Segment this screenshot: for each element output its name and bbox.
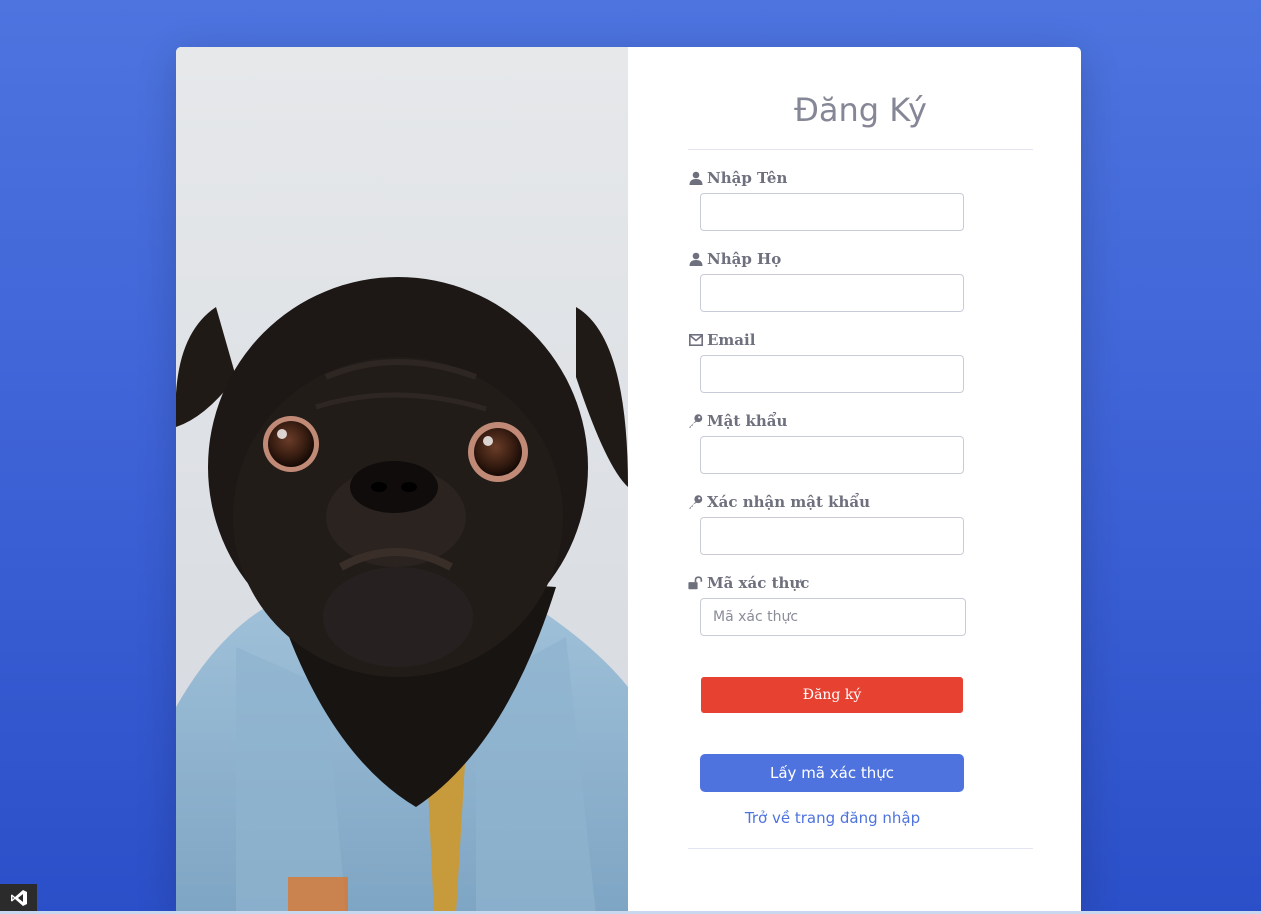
- register-card: Đăng Ký Nhập Tên Nhập Họ Email Mật khẩu …: [176, 47, 1081, 914]
- user-icon: [688, 252, 703, 267]
- verification-code-label: Mã xác thực: [688, 574, 809, 592]
- confirm-password-label: Xác nhận mật khẩu: [688, 493, 870, 511]
- last-name-input[interactable]: [700, 274, 964, 312]
- email-label-text: Email: [707, 331, 756, 349]
- key-icon: [688, 414, 703, 429]
- get-code-button[interactable]: Lấy mã xác thực: [700, 754, 964, 792]
- verification-code-input[interactable]: [700, 598, 966, 636]
- register-button[interactable]: Đăng ký: [701, 677, 963, 713]
- password-label: Mật khẩu: [688, 412, 787, 430]
- confirm-password-input[interactable]: [700, 517, 964, 555]
- email-label: Email: [688, 331, 755, 349]
- envelope-icon: [688, 333, 703, 348]
- first-name-label-text: Nhập Tên: [707, 169, 788, 187]
- last-name-label-text: Nhập Họ: [707, 250, 782, 268]
- register-form-panel: Đăng Ký Nhập Tên Nhập Họ Email Mật khẩu …: [628, 47, 1081, 914]
- last-name-label: Nhập Họ: [688, 250, 781, 268]
- password-input[interactable]: [700, 436, 964, 474]
- visual-studio-icon[interactable]: [0, 884, 37, 911]
- key-icon: [688, 495, 703, 510]
- page-title: Đăng Ký: [794, 91, 927, 129]
- password-label-text: Mật khẩu: [707, 412, 788, 430]
- confirm-password-label-text: Xác nhận mật khẩu: [707, 493, 871, 511]
- back-to-login-link[interactable]: Trở về trang đăng nhập: [688, 809, 977, 827]
- divider-bottom: [688, 848, 1033, 849]
- first-name-label: Nhập Tên: [688, 169, 787, 187]
- verification-code-label-text: Mã xác thực: [707, 574, 810, 592]
- pug-photo: [176, 47, 628, 914]
- user-icon: [688, 171, 703, 186]
- divider-top: [688, 149, 1033, 150]
- pug-illustration: [176, 277, 628, 914]
- email-input[interactable]: [700, 355, 964, 393]
- unlock-icon: [688, 576, 703, 591]
- first-name-input[interactable]: [700, 193, 964, 231]
